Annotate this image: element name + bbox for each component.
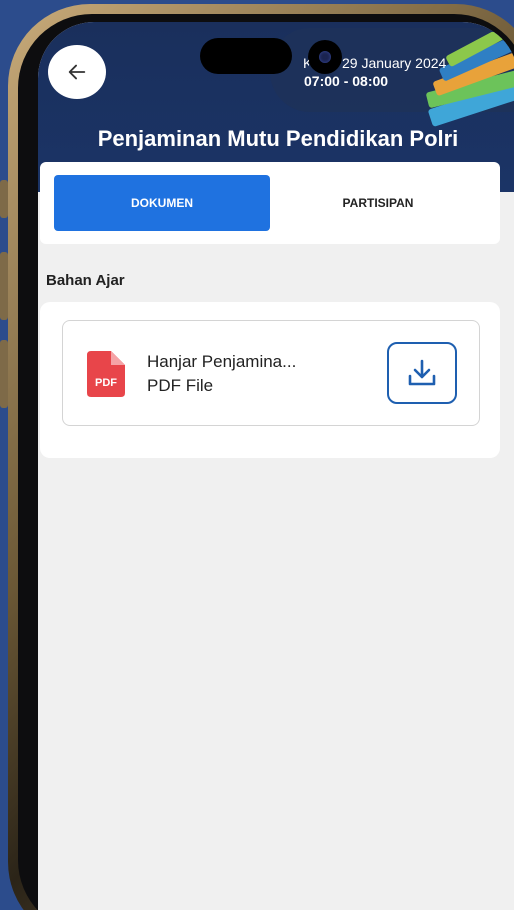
download-button[interactable] xyxy=(387,342,457,404)
tab-dokumen[interactable]: DOKUMEN xyxy=(54,175,270,231)
phone-volume-down-button xyxy=(0,340,8,408)
document-item[interactable]: PDF Hanjar Penjamina... PDF File xyxy=(62,320,480,426)
document-name: Hanjar Penjamina... xyxy=(147,352,297,371)
camera-icon xyxy=(308,40,342,74)
session-time: 07:00 - 08:00 xyxy=(304,73,389,89)
arrow-left-icon xyxy=(68,64,86,80)
phone-action-button xyxy=(0,180,8,218)
phone-volume-up-button xyxy=(0,252,8,320)
dynamic-island xyxy=(200,38,292,74)
app-screen: K 29 January 2024 07:00 - 08:00 Penjamin… xyxy=(38,22,514,910)
back-button[interactable] xyxy=(48,45,106,99)
pdf-file-icon: PDF xyxy=(87,351,125,397)
download-icon xyxy=(408,359,436,386)
section-heading: Bahan Ajar xyxy=(46,272,125,289)
tab-partisipan[interactable]: PARTISIPAN xyxy=(270,175,486,231)
page-title: Penjaminan Mutu Pendidikan Polri xyxy=(97,126,459,151)
tabs-bar: DOKUMEN PARTISIPAN xyxy=(40,162,500,244)
date-day-text: K xyxy=(303,55,309,71)
documents-card: PDF Hanjar Penjamina... PDF File xyxy=(40,302,500,458)
session-date: 29 January 2024 xyxy=(342,55,447,71)
pdf-badge-text: PDF xyxy=(95,377,117,389)
document-type: PDF File xyxy=(147,376,214,395)
